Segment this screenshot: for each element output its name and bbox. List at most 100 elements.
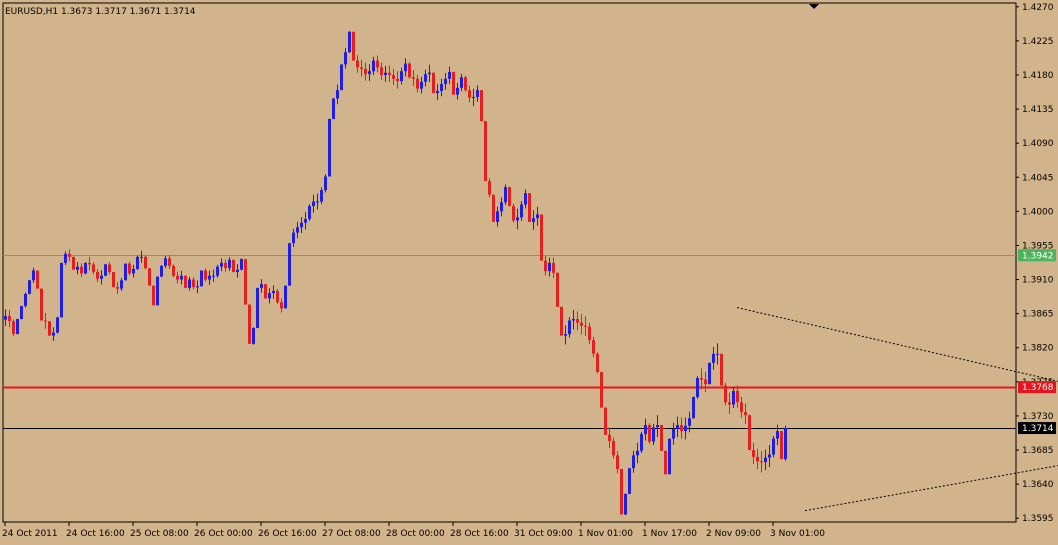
- candle-body: [352, 31, 355, 61]
- x-tick-label: 1 Nov 17:00: [642, 529, 697, 539]
- candle-body: [16, 318, 19, 335]
- bear-candle: [508, 186, 511, 207]
- bear-candle: [576, 311, 579, 331]
- candle-body: [188, 279, 191, 288]
- bull-candle: [324, 174, 327, 193]
- y-tick-label: 1.3820: [1022, 344, 1054, 354]
- chart-shift-marker[interactable]: [809, 4, 819, 9]
- candle-body: [672, 428, 675, 439]
- candle-body: [400, 71, 403, 82]
- candle-body: [640, 434, 643, 451]
- bear-candle: [780, 431, 783, 460]
- candle-body: [552, 262, 555, 273]
- bear-candle: [680, 417, 683, 439]
- bear-candle: [760, 451, 763, 473]
- bear-candle: [8, 309, 11, 328]
- bull-candle: [188, 276, 191, 291]
- candle-body: [120, 280, 123, 289]
- bull-candle: [732, 387, 735, 408]
- candle-body: [664, 450, 667, 475]
- candle-body: [180, 275, 183, 280]
- bear-candle: [600, 371, 603, 408]
- candle-body: [560, 306, 563, 336]
- y-tick-label: 1.4270: [1022, 3, 1054, 13]
- candle-body: [520, 204, 523, 218]
- candle-body: [548, 262, 551, 272]
- bull-candle: [60, 262, 63, 318]
- candle-body: [32, 270, 35, 281]
- candle-body: [448, 71, 451, 79]
- upper-trendline[interactable]: [736, 307, 1058, 429]
- candle-body: [224, 262, 227, 269]
- candle-body: [24, 293, 27, 307]
- price-chart[interactable]: 1.4270 1.4225 1.4180 1.4135 1.4090 1.4045 1.40…: [0, 0, 1058, 541]
- bull-candle: [304, 212, 307, 230]
- candle-body: [608, 434, 611, 441]
- bull-candle: [84, 262, 87, 275]
- bull-candle: [656, 415, 659, 438]
- x-tick-label: 28 Oct 16:00: [450, 529, 509, 539]
- bull-candle: [692, 396, 695, 419]
- candle-body: [568, 320, 571, 335]
- candle-body: [768, 454, 771, 458]
- candle-body: [680, 425, 683, 432]
- bull-candle: [668, 438, 671, 475]
- candle-body: [264, 284, 267, 299]
- bear-candle: [172, 264, 175, 278]
- candle-body: [440, 84, 443, 91]
- bull-candle: [768, 445, 771, 468]
- candle-body: [412, 77, 415, 79]
- candle-body: [512, 206, 515, 221]
- candle-body: [128, 263, 131, 274]
- candle-body: [208, 275, 211, 280]
- x-tick-label: 28 Oct 00:00: [386, 529, 445, 539]
- bear-candle: [592, 336, 595, 358]
- bull-candle: [268, 288, 271, 304]
- candle-body: [408, 63, 411, 78]
- candle-body: [564, 334, 567, 336]
- bull-candle: [532, 210, 535, 230]
- bull-candle: [288, 243, 291, 286]
- candle-body: [740, 402, 743, 413]
- candle-body: [732, 390, 735, 405]
- bull-candle: [472, 88, 475, 107]
- bear-candle: [612, 437, 615, 459]
- bull-candle: [284, 285, 287, 309]
- candle-body: [40, 288, 43, 321]
- candle-body: [360, 67, 363, 69]
- current-price-label: 1.3714: [1018, 422, 1056, 435]
- bull-candle: [444, 73, 447, 90]
- candle-body: [256, 287, 259, 329]
- bull-candle: [120, 278, 123, 291]
- bear-candle: [364, 62, 367, 81]
- bear-candle: [752, 442, 755, 465]
- chart-area[interactable]: 1.4270 1.4225 1.4180 1.4135 1.4090 1.4045 1.40…: [0, 0, 1058, 541]
- candle-body: [204, 270, 207, 280]
- bear-candle: [148, 268, 151, 286]
- candle-body: [216, 266, 219, 276]
- bear-candle: [648, 423, 651, 444]
- bear-candle: [96, 268, 99, 282]
- bull-candle: [676, 416, 679, 438]
- candle-body: [20, 306, 23, 319]
- bull-candle: [4, 309, 7, 327]
- bull-candle: [564, 325, 567, 345]
- bear-candle: [556, 272, 559, 307]
- x-tick-label: 25 Oct 08:00: [130, 529, 189, 539]
- candle-body: [776, 431, 779, 439]
- bear-candle: [412, 70, 415, 86]
- bull-candle: [456, 82, 459, 100]
- candle-body: [404, 63, 407, 72]
- bull-candle: [708, 362, 711, 385]
- candle-body: [756, 456, 759, 462]
- y-tick-label: 1.4000: [1022, 207, 1054, 217]
- bull-candle: [256, 287, 259, 329]
- bull-candle: [632, 450, 635, 473]
- bear-candle: [604, 407, 607, 435]
- lower-trendline[interactable]: [804, 429, 1058, 512]
- candle-body: [704, 379, 707, 385]
- bear-candle: [408, 62, 411, 79]
- candle-body: [532, 218, 535, 222]
- support-price-label: 1.3768: [1018, 381, 1056, 394]
- candle-body: [220, 262, 223, 267]
